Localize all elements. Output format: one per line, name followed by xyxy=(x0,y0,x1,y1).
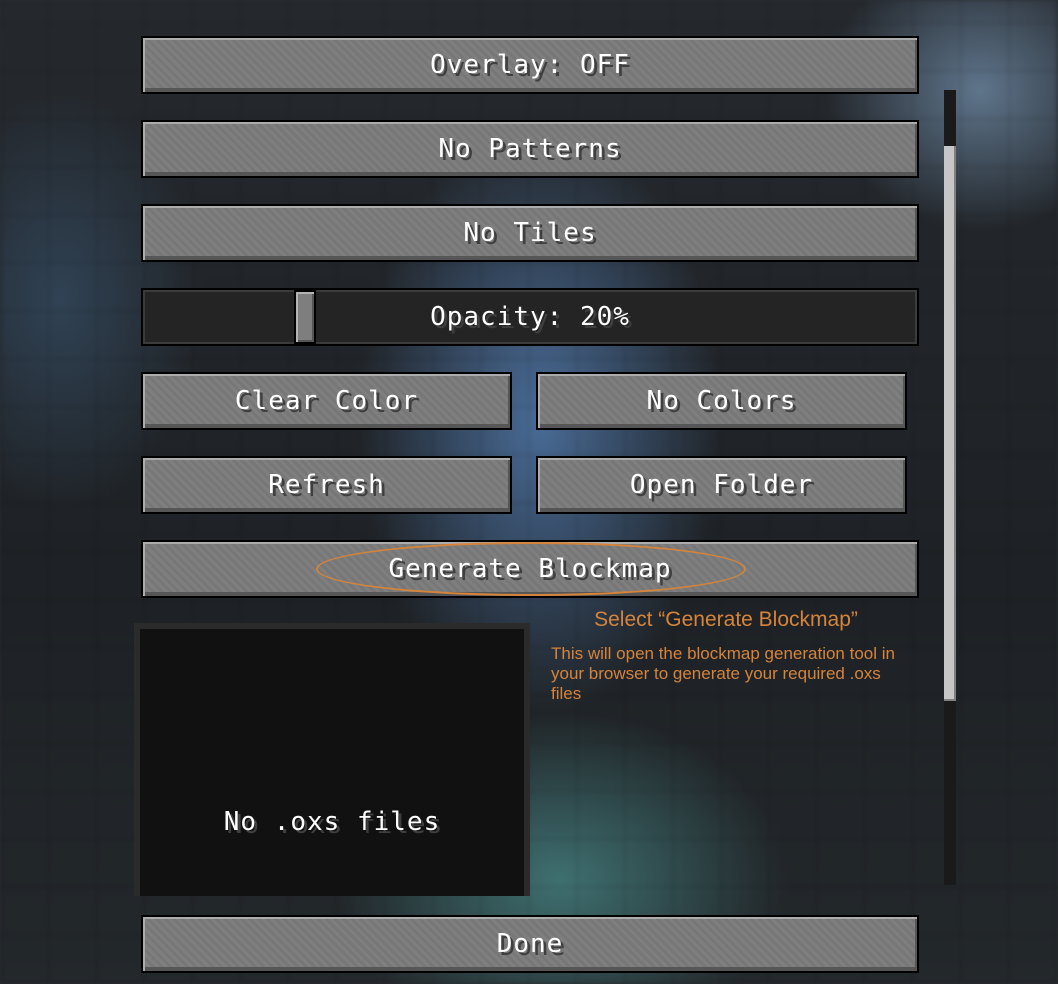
open-folder-button[interactable]: Open Folder xyxy=(536,456,907,514)
annotation-title: Select “Generate Blockmap” xyxy=(594,608,858,631)
colors-button[interactable]: No Colors xyxy=(536,372,907,430)
oxs-file-list[interactable]: No .oxs files xyxy=(134,623,530,896)
slider-handle[interactable] xyxy=(294,290,316,344)
overlay-toggle-button[interactable]: Overlay: OFF xyxy=(141,36,919,94)
annotation-description: This will open the blockmap generation t… xyxy=(551,644,895,703)
refresh-button[interactable]: Refresh xyxy=(141,456,512,514)
empty-list-message: No .oxs files xyxy=(223,807,441,837)
scrollbar-thumb[interactable] xyxy=(944,146,956,701)
opacity-slider[interactable]: Opacity: 20% xyxy=(141,288,919,346)
generate-blockmap-button[interactable]: Generate Blockmap xyxy=(141,540,919,598)
clear-color-button[interactable]: Clear Color xyxy=(141,372,512,430)
opacity-label: Opacity: 20% xyxy=(430,302,630,332)
tiles-button[interactable]: No Tiles xyxy=(141,204,919,262)
scrollbar-track[interactable] xyxy=(944,90,956,885)
done-button[interactable]: Done xyxy=(141,915,919,973)
patterns-button[interactable]: No Patterns xyxy=(141,120,919,178)
